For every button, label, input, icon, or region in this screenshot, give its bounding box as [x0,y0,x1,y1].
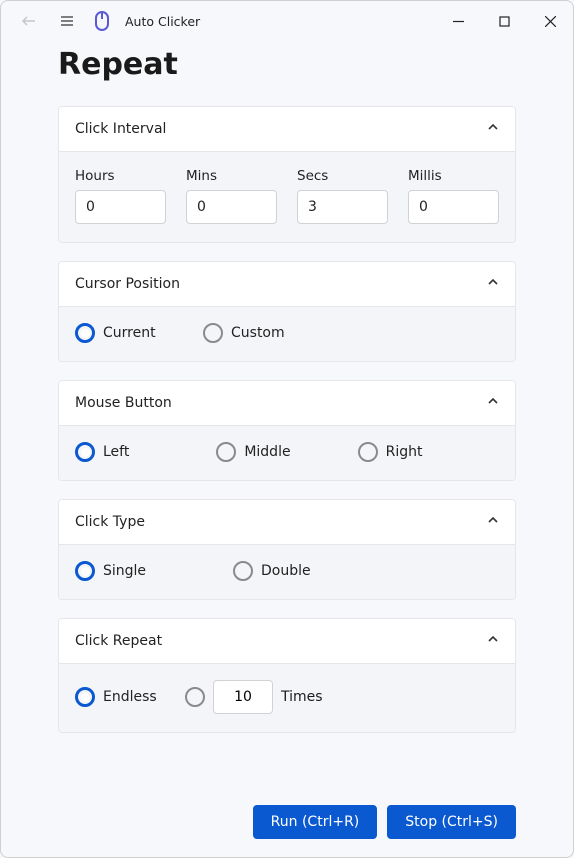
run-button[interactable]: Run (Ctrl+R) [253,805,378,839]
section-title: Cursor Position [75,276,180,292]
radio-button-icon [185,687,205,707]
radio-right[interactable]: Right [358,442,499,462]
app-icon [93,12,111,30]
titlebar: Auto Clicker [1,1,573,41]
radio-double[interactable]: Double [233,561,333,581]
section-click-type: Click Type Single Double [58,499,516,600]
secs-input[interactable] [297,190,388,224]
radio-custom[interactable]: Custom [203,323,303,343]
chevron-up-icon [487,395,499,411]
section-header[interactable]: Click Repeat [59,619,515,664]
section-title: Click Repeat [75,633,162,649]
radio-times[interactable]: Times [185,680,323,714]
times-label: Times [281,689,323,705]
radio-left[interactable]: Left [75,442,216,462]
menu-button[interactable] [55,9,79,33]
section-click-repeat: Click Repeat Endless Times [58,618,516,733]
section-mouse-button: Mouse Button Left Middle Right [58,380,516,481]
section-click-interval: Click Interval Hours Mins Secs Millis [58,106,516,243]
section-header[interactable]: Cursor Position [59,262,515,307]
radio-middle[interactable]: Middle [216,442,357,462]
back-button[interactable] [17,9,41,33]
radio-button-icon [216,442,236,462]
section-header[interactable]: Mouse Button [59,381,515,426]
millis-label: Millis [408,168,499,184]
page-title: Repeat [58,47,516,82]
section-title: Mouse Button [75,395,172,411]
hours-input[interactable] [75,190,166,224]
mins-label: Mins [186,168,277,184]
chevron-up-icon [487,633,499,649]
section-title: Click Type [75,514,145,530]
section-header[interactable]: Click Interval [59,107,515,152]
section-header[interactable]: Click Type [59,500,515,545]
hours-label: Hours [75,168,166,184]
mins-input[interactable] [186,190,277,224]
times-input[interactable] [213,680,273,714]
radio-button-icon [75,442,95,462]
chevron-up-icon [487,514,499,530]
stop-button[interactable]: Stop (Ctrl+S) [387,805,516,839]
chevron-up-icon [487,121,499,137]
radio-button-icon [233,561,253,581]
close-button[interactable] [527,1,573,41]
app-name: Auto Clicker [125,14,200,29]
maximize-button[interactable] [481,1,527,41]
radio-button-icon [358,442,378,462]
secs-label: Secs [297,168,388,184]
chevron-up-icon [487,276,499,292]
section-title: Click Interval [75,121,166,137]
minimize-button[interactable] [435,1,481,41]
radio-button-icon [75,687,95,707]
radio-button-icon [203,323,223,343]
radio-button-icon [75,561,95,581]
radio-single[interactable]: Single [75,561,205,581]
radio-endless[interactable]: Endless [75,687,165,707]
millis-input[interactable] [408,190,499,224]
section-cursor-position: Cursor Position Current Custom [58,261,516,362]
radio-button-icon [75,323,95,343]
radio-current[interactable]: Current [75,323,175,343]
